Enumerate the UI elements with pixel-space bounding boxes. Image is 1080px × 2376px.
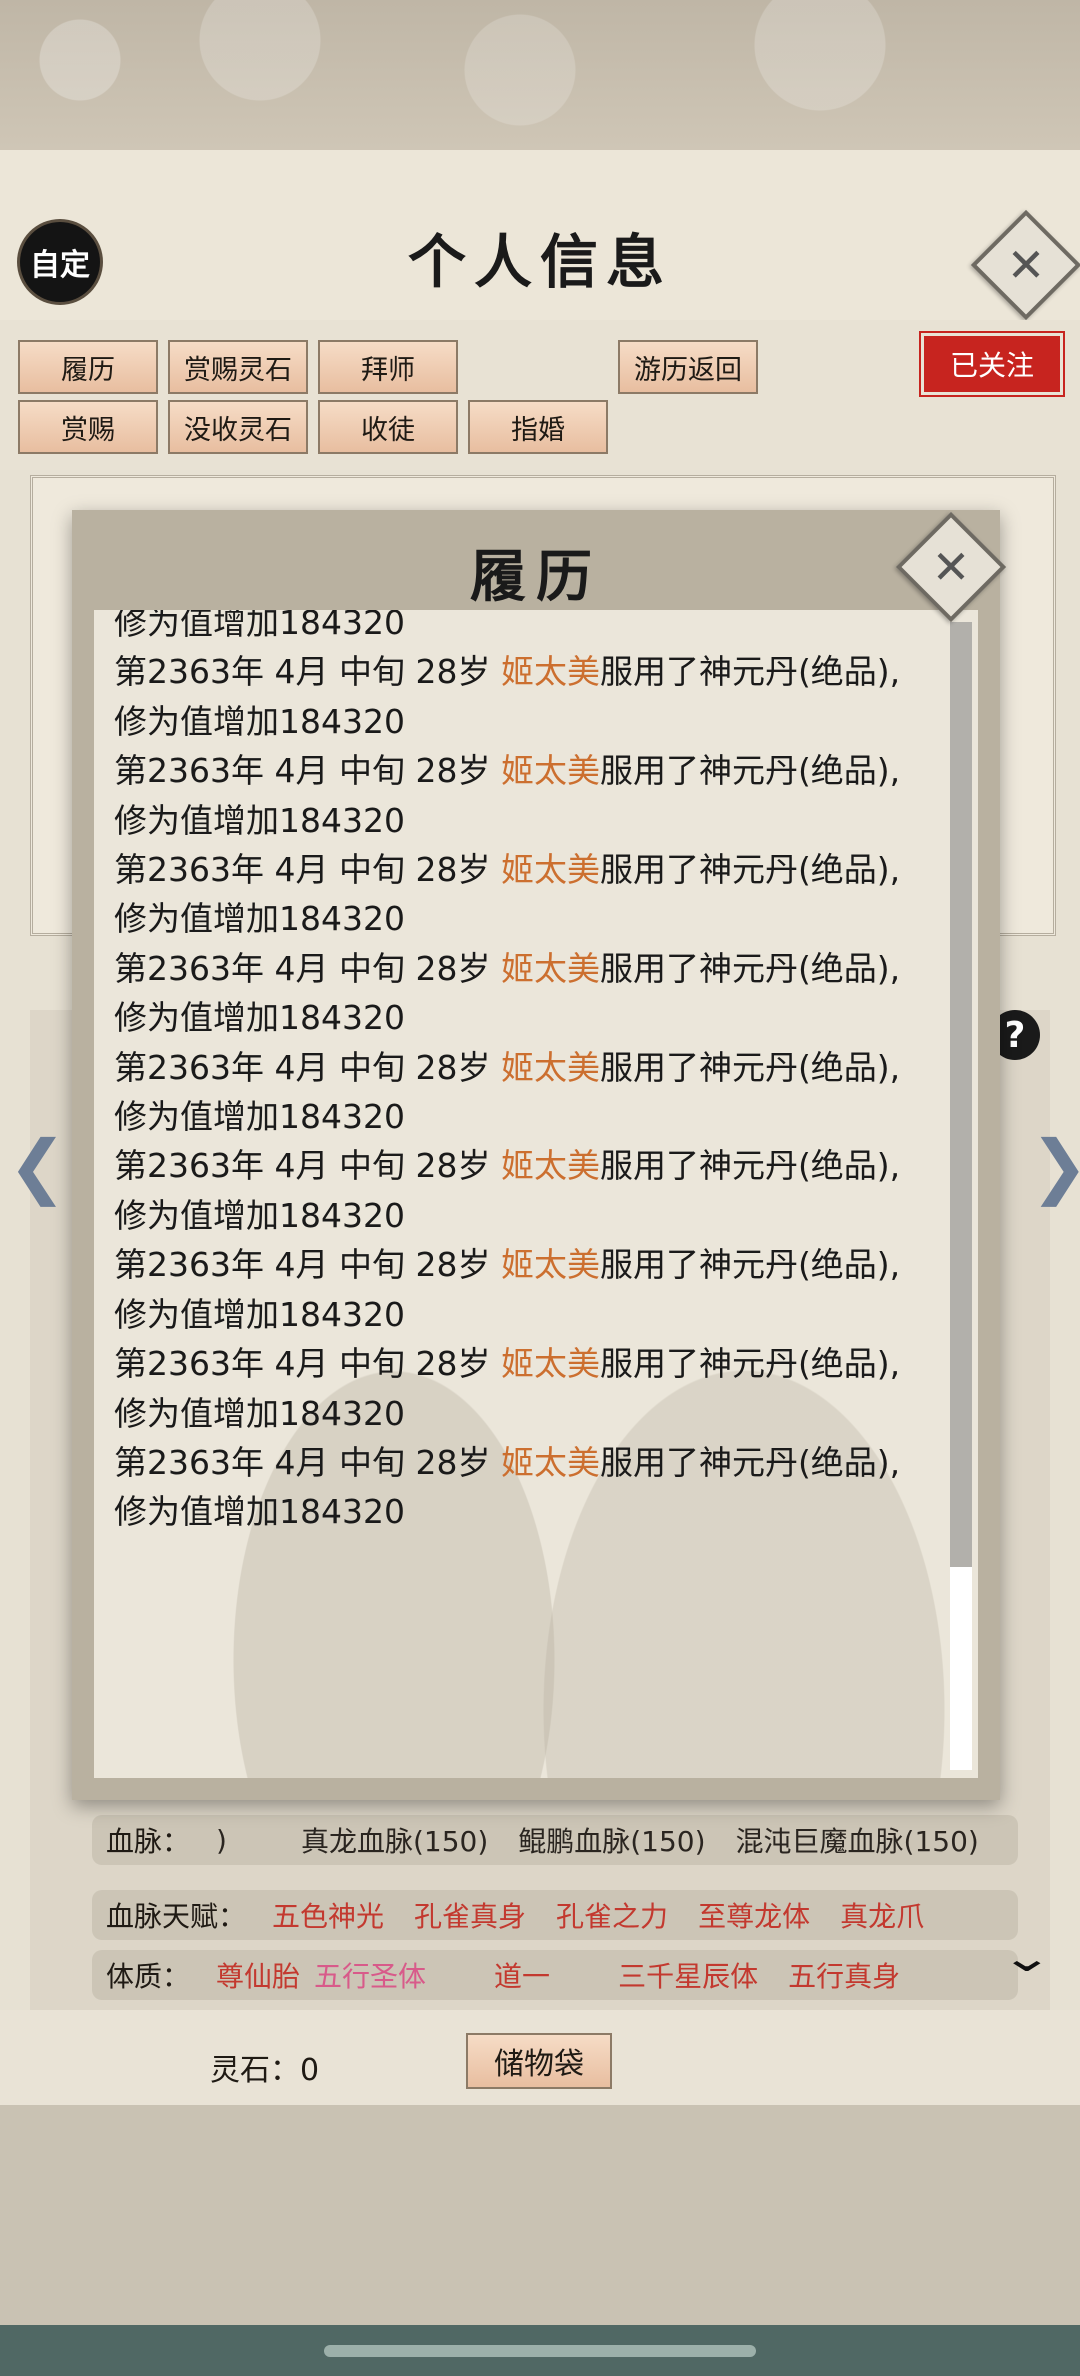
- dialog-title: 履历: [470, 544, 602, 610]
- spirit-stone-count: 灵石：0: [210, 2053, 320, 2088]
- physique-item: 道一: [494, 1960, 551, 1993]
- log-entry: 第2363年 4月 中旬 28岁 姬太美服用了神元丹(绝品),: [114, 746, 934, 795]
- log-character-name[interactable]: 姬太美: [501, 1048, 600, 1087]
- tab-arrange-marriage[interactable]: 指婚: [468, 400, 608, 454]
- log-date: 第2363年 4月 中旬 28岁: [114, 948, 501, 988]
- top-decoration: [0, 0, 1080, 156]
- log-entry: 第2363年 4月 中旬 28岁 姬太美服用了神元丹(绝品),: [114, 1438, 934, 1487]
- log-action: 服用了神元丹(绝品),: [599, 1344, 901, 1384]
- log-action: 服用了神元丹(绝品),: [599, 1442, 901, 1482]
- log-action: 服用了神元丹(绝品),: [599, 751, 901, 791]
- home-indicator[interactable]: [324, 2345, 756, 2357]
- log-entry: 第2363年 4月 中旬 28岁 姬太美服用了神元丹(绝品),: [114, 1043, 934, 1092]
- bloodline-talent-row: 血脉天赋： 五色神光 孔雀真身 孔雀之力 至尊龙体 真龙爪: [92, 1890, 1018, 1940]
- log-entry: 第2363年 4月 中旬 28岁 姬太美服用了神元丹(绝品),: [114, 1339, 934, 1388]
- log-date: 第2363年 4月 中旬 28岁: [114, 1047, 501, 1087]
- log-date: 第2363年 4月 中旬 28岁: [114, 850, 501, 890]
- bloodline-item: 真龙血脉(150): [300, 1825, 489, 1858]
- log-character-name[interactable]: 姬太美: [501, 652, 600, 691]
- tab-take-disciple[interactable]: 收徒: [318, 400, 458, 454]
- log-action: 服用了神元丹(绝品),: [599, 948, 901, 988]
- tab-confiscate-stone[interactable]: 没收灵石: [168, 400, 308, 454]
- log-action: 服用了神元丹(绝品),: [599, 652, 901, 692]
- bloodline-talent-label: 血脉天赋：: [106, 1900, 247, 1933]
- scrollbar-thumb[interactable]: [950, 622, 972, 1567]
- physique-item: 五行圣体: [314, 1960, 427, 1993]
- bloodline-item: 混沌巨魔血脉(150): [735, 1825, 979, 1858]
- talent-item: 五色神光: [272, 1900, 385, 1933]
- log-date: 第2363年 4月 中旬 28岁: [114, 652, 501, 692]
- followed-badge[interactable]: 已关注: [924, 336, 1060, 392]
- tab-reward[interactable]: 赏赐: [18, 400, 158, 454]
- log-effect: 修为值增加184320: [114, 800, 405, 840]
- physique-row: 体质： 尊仙胎 五行圣体 道一 三千星辰体 五行真身: [92, 1950, 1018, 2000]
- talent-item: 真龙爪: [840, 1900, 925, 1933]
- log-date: 第2363年 4月 中旬 28岁: [114, 1344, 501, 1384]
- lower-background: [0, 2105, 1080, 2325]
- log-list: 修为值增加184320 第2363年 4月 中旬 28岁 姬太美服用了神元丹(绝…: [114, 610, 934, 1537]
- bloodline-row: 血脉： ) 真龙血脉(150) 鲲鹏血脉(150) 混沌巨魔血脉(150): [92, 1815, 1018, 1865]
- log-action: 服用了神元丹(绝品),: [599, 850, 901, 890]
- bloodline-paren: ): [216, 1823, 227, 1857]
- tab-resume[interactable]: 履历: [18, 340, 158, 394]
- log-effect: 修为值增加184320: [114, 1097, 405, 1137]
- log-character-name[interactable]: 姬太美: [501, 1443, 600, 1482]
- log-character-name[interactable]: 姬太美: [501, 949, 600, 988]
- log-entry: 第2363年 4月 中旬 28岁 姬太美服用了神元丹(绝品),: [114, 845, 934, 894]
- talent-item: 孔雀真身: [414, 1900, 527, 1933]
- log-effect: 修为值增加184320: [114, 1294, 405, 1334]
- log-character-name[interactable]: 姬太美: [501, 1146, 600, 1185]
- log-action: 服用了神元丹(绝品),: [599, 1047, 901, 1087]
- chevron-left-icon[interactable]: ❮: [8, 1125, 67, 1207]
- log-effect: 修为值增加184320: [114, 701, 405, 741]
- log-entry: 第2363年 4月 中旬 28岁 姬太美服用了神元丹(绝品),: [114, 1240, 934, 1289]
- log-entry: 第2363年 4月 中旬 28岁 姬太美服用了神元丹(绝品),: [114, 944, 934, 993]
- log-date: 第2363年 4月 中旬 28岁: [114, 751, 501, 791]
- log-action: 服用了神元丹(绝品),: [599, 1146, 901, 1186]
- bloodline-label: 血脉：: [106, 1825, 191, 1858]
- travel-return-button[interactable]: 游历返回: [618, 340, 758, 394]
- resume-dialog: 履历 修为值增加184320 第2363年 4月 中旬 28岁 姬太美服用了神元…: [72, 510, 1000, 1800]
- log-effect: 修为值增加184320: [114, 1195, 405, 1235]
- physique-label: 体质：: [106, 1960, 191, 1993]
- close-icon: ✕: [1006, 238, 1046, 292]
- tab-reward-stone[interactable]: 赏赐灵石: [168, 340, 308, 394]
- log-date: 第2363年 4月 中旬 28岁: [114, 1146, 501, 1186]
- physique-item: 尊仙胎: [216, 1960, 301, 1993]
- log-effect: 修为值增加184320: [114, 998, 405, 1038]
- tab-apprentice-to[interactable]: 拜师: [318, 340, 458, 394]
- scrollbar[interactable]: [950, 622, 972, 1770]
- talent-item: 孔雀之力: [556, 1900, 669, 1933]
- close-icon: ✕: [931, 540, 971, 594]
- log-entry: 第2363年 4月 中旬 28岁 姬太美服用了神元丹(绝品),: [114, 1141, 934, 1190]
- talent-item: 至尊龙体: [698, 1900, 811, 1933]
- log-line-partial: 修为值增加184320: [114, 610, 405, 642]
- log-character-name[interactable]: 姬太美: [501, 1344, 600, 1383]
- log-character-name[interactable]: 姬太美: [501, 751, 600, 790]
- log-character-name[interactable]: 姬太美: [501, 850, 600, 889]
- log-action: 服用了神元丹(绝品),: [599, 1245, 901, 1285]
- log-date: 第2363年 4月 中旬 28岁: [114, 1245, 501, 1285]
- log-effect: 修为值增加184320: [114, 899, 405, 939]
- page-title: 个人信息: [407, 228, 672, 296]
- log-effect: 修为值增加184320: [114, 1492, 405, 1532]
- storage-bag-button[interactable]: 储物袋: [466, 2033, 612, 2089]
- resume-log[interactable]: 修为值增加184320 第2363年 4月 中旬 28岁 姬太美服用了神元丹(绝…: [94, 610, 978, 1778]
- bloodline-item: 鲲鹏血脉(150): [518, 1825, 706, 1858]
- physique-item: 三千星辰体: [618, 1960, 759, 1993]
- log-date: 第2363年 4月 中旬 28岁: [114, 1442, 501, 1482]
- log-entry: 第2363年 4月 中旬 28岁 姬太美服用了神元丹(绝品),: [114, 647, 934, 696]
- physique-item: 五行真身: [788, 1960, 901, 1993]
- chevron-right-icon[interactable]: ❯: [1030, 1125, 1080, 1207]
- chevron-down-icon[interactable]: ⌄: [1000, 1935, 1054, 1981]
- log-character-name[interactable]: 姬太美: [501, 1245, 600, 1284]
- log-effect: 修为值增加184320: [114, 1393, 405, 1433]
